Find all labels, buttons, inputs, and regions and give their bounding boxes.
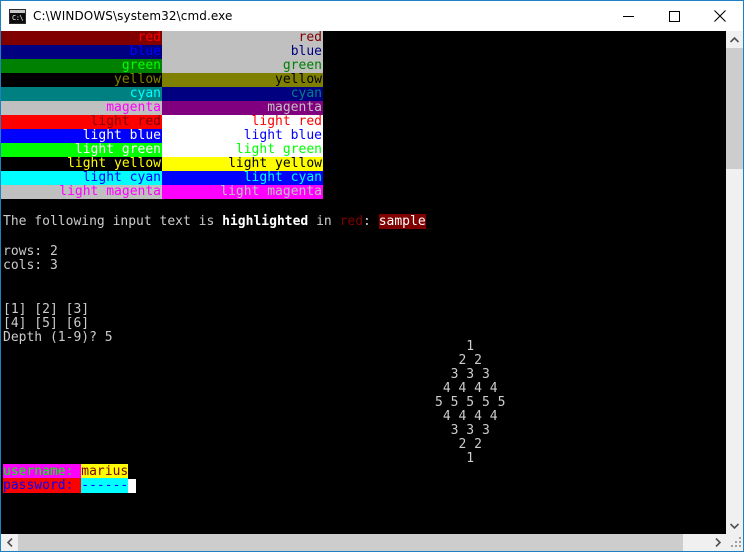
cmd-icon: C:\ <box>9 8 26 24</box>
color-sample-right: blue <box>162 45 323 59</box>
color-sample-left: green <box>1 59 162 73</box>
scroll-right-arrow-icon[interactable] <box>709 534 726 551</box>
color-sample-row: cyan cyan <box>1 87 323 101</box>
color-sample-right: light cyan <box>162 171 323 185</box>
vertical-scrollbar[interactable] <box>726 31 743 534</box>
password-label: password: <box>3 478 82 493</box>
color-sample-row: blue blue <box>1 45 323 59</box>
color-sample-left: light red <box>1 115 162 129</box>
color-sample-left: light cyan <box>1 171 162 185</box>
color-sample-row: red red <box>1 31 323 45</box>
color-sample-left: light green <box>1 143 162 157</box>
window-controls <box>605 1 743 31</box>
username-value[interactable]: marius <box>81 464 129 479</box>
horizontal-scrollbar[interactable] <box>1 534 743 551</box>
color-sample-row: magenta magenta <box>1 101 323 115</box>
color-sample-right: light magenta <box>162 185 323 199</box>
diamond-row: 1 <box>435 451 475 466</box>
username-label: username: <box>3 464 82 479</box>
text-cursor <box>128 479 137 493</box>
color-sample-right: light green <box>162 143 323 157</box>
color-sample-row: light red light red <box>1 115 323 129</box>
vertical-scrollbar-track[interactable] <box>726 169 743 517</box>
diamond-row: 5 5 5 5 5 <box>435 395 506 410</box>
matrix-row-1: [1] [2] [3] <box>3 302 90 317</box>
color-sample-left: magenta <box>1 101 162 115</box>
color-sample-row: green green <box>1 59 323 73</box>
diamond-row: 1 <box>435 339 475 354</box>
vertical-scrollbar-thumb[interactable] <box>726 48 743 169</box>
color-sample-row: light magenta light magenta <box>1 185 323 199</box>
color-sample-left: red <box>1 31 162 45</box>
color-sample-row: light blue light blue <box>1 129 323 143</box>
horizontal-scrollbar-thumb[interactable] <box>18 534 683 551</box>
close-button[interactable] <box>697 1 743 31</box>
color-sample-right: yellow <box>162 73 323 87</box>
depth-prompt[interactable]: Depth (1-9)? 5 <box>3 331 113 345</box>
color-sample-left: cyan <box>1 87 162 101</box>
diamond-row: 3 3 3 <box>435 367 490 382</box>
color-sample-left: light blue <box>1 129 162 143</box>
color-sample-right: light yellow <box>162 157 323 171</box>
cols-count-label: cols: 3 <box>3 258 58 273</box>
cmd-window: C:\ C:\WINDOWS\system32\cmd.exe red red bl… <box>0 0 744 552</box>
scroll-down-arrow-icon[interactable] <box>726 517 743 534</box>
highlight-sentence: The following input text is highlighted … <box>3 214 426 229</box>
console-row: red red blue blue green green yellow yellow cyan… <box>1 31 743 534</box>
username-line: username: marius <box>3 464 129 479</box>
color-sample-row: yellow yellow <box>1 73 323 87</box>
matrix-row-2: [4] [5] [6] <box>3 316 90 331</box>
diamond-row: 4 4 4 4 <box>435 409 498 424</box>
scroll-up-arrow-icon[interactable] <box>726 31 743 48</box>
console-screen[interactable]: red red blue blue green green yellow yellow cyan… <box>1 31 726 534</box>
title-bar[interactable]: C:\ C:\WINDOWS\system32\cmd.exe <box>1 1 743 31</box>
color-sample-right: cyan <box>162 87 323 101</box>
color-sample-right: magenta <box>162 101 323 115</box>
maximize-button[interactable] <box>651 1 697 31</box>
password-line: password: ------ <box>3 478 137 493</box>
color-sample-row: light cyan light cyan <box>1 171 323 185</box>
window-title: C:\WINDOWS\system32\cmd.exe <box>33 9 233 23</box>
color-sample-right: red <box>162 31 323 45</box>
password-value[interactable]: ------ <box>81 478 129 493</box>
rows-count-label: rows: 2 <box>3 244 58 259</box>
diamond-row: 3 3 3 <box>435 423 490 438</box>
console-area: red red blue blue green green yellow yellow cyan… <box>1 31 743 551</box>
color-sample-left: light yellow <box>1 157 162 171</box>
cmd-icon-prompt-glyph: C:\ <box>12 13 24 22</box>
scroll-left-arrow-icon[interactable] <box>1 534 18 551</box>
horizontal-scrollbar-track[interactable] <box>683 534 709 551</box>
color-sample-left: blue <box>1 45 162 59</box>
color-sample-right: light red <box>162 115 323 129</box>
color-sample-left: light magenta <box>1 185 162 199</box>
resize-grip[interactable] <box>726 534 743 551</box>
diamond-row: 4 4 4 4 <box>435 381 498 396</box>
color-sample-row: light green light green <box>1 143 323 157</box>
color-sample-row: light yellow light yellow <box>1 157 323 171</box>
color-sample-right: light blue <box>162 129 323 143</box>
diamond-row: 2 2 <box>435 353 482 368</box>
color-sample-right: green <box>162 59 323 73</box>
color-sample-left: yellow <box>1 73 162 87</box>
minimize-button[interactable] <box>605 1 651 31</box>
diamond-row: 2 2 <box>435 437 482 452</box>
